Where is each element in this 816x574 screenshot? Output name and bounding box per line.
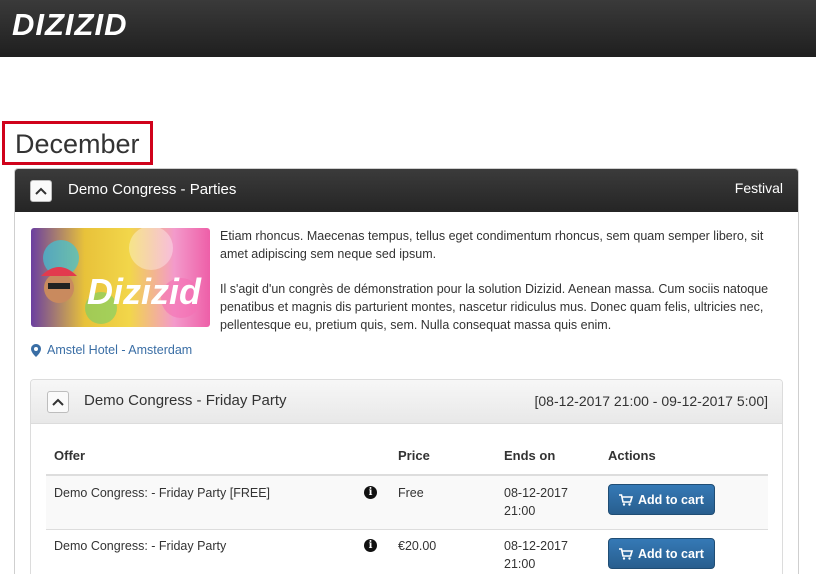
- add-to-cart-button[interactable]: Add to cart: [608, 484, 715, 515]
- offer-name: Demo Congress: - Friday Party: [54, 539, 227, 553]
- location-label: Amstel Hotel - Amsterdam: [47, 343, 193, 357]
- event-location-link[interactable]: Amstel Hotel - Amsterdam: [31, 343, 192, 357]
- column-header-ends-on: Ends on: [504, 448, 556, 463]
- add-to-cart-label: Add to cart: [638, 492, 704, 507]
- add-to-cart-button[interactable]: Add to cart: [608, 538, 715, 569]
- collapse-session-button[interactable]: [47, 391, 69, 413]
- add-to-cart-label: Add to cart: [638, 546, 704, 561]
- offer-ends-time: 21:00: [504, 504, 536, 518]
- top-navbar: DIZIZID: [0, 0, 816, 57]
- event-category-tag: Festival: [734, 180, 783, 196]
- month-heading: December: [15, 129, 140, 159]
- event-description: Etiam rhoncus. Maecenas tempus, tellus e…: [220, 227, 785, 334]
- month-heading-highlight: December: [2, 121, 153, 165]
- offer-name: Demo Congress: - Friday Party [FREE]: [54, 486, 271, 500]
- chevron-up-icon: [52, 398, 64, 406]
- shopping-cart-icon: [619, 493, 633, 506]
- offer-ends-time: 21:00: [504, 557, 536, 571]
- table-row: Demo Congress: - Friday Party i €20.00 0…: [46, 530, 768, 574]
- offer-ends-date: 08-12-2017: [504, 486, 568, 500]
- brand-logo[interactable]: DIZIZID: [12, 7, 128, 43]
- shopping-cart-icon: [619, 547, 633, 560]
- chevron-up-icon: [35, 187, 47, 195]
- session-title: Demo Congress - Friday Party: [84, 392, 287, 409]
- session-header: Demo Congress - Friday Party [08-12-2017…: [31, 380, 782, 424]
- session-dates: [08-12-2017 21:00 - 09-12-2017 5:00]: [534, 393, 768, 409]
- map-marker-icon: [31, 343, 41, 357]
- image-logo-text: Dizizid: [87, 271, 202, 312]
- event-image: Dizizid: [31, 228, 210, 327]
- event-title: Demo Congress - Parties: [68, 181, 237, 198]
- column-header-offer: Offer: [54, 448, 86, 463]
- table-row: Demo Congress: - Friday Party [FREE] i F…: [46, 476, 768, 529]
- info-icon[interactable]: i: [364, 486, 377, 499]
- offer-price: Free: [398, 486, 424, 500]
- event-panel-header: Demo Congress - Parties Festival: [15, 169, 798, 212]
- column-header-actions: Actions: [608, 448, 656, 463]
- offer-price: €20.00: [398, 539, 437, 553]
- column-header-price: Price: [398, 448, 430, 463]
- session-panel: Demo Congress - Friday Party [08-12-2017…: [30, 379, 783, 574]
- description-paragraph: Il s'agit d'un congrès de démonstration …: [220, 282, 769, 332]
- collapse-event-button[interactable]: [30, 180, 52, 202]
- event-panel: Demo Congress - Parties Festival Dizizid…: [14, 168, 799, 574]
- info-icon[interactable]: i: [364, 539, 377, 552]
- description-paragraph: Etiam rhoncus. Maecenas tempus, tellus e…: [220, 229, 764, 261]
- offer-ends-date: 08-12-2017: [504, 539, 568, 553]
